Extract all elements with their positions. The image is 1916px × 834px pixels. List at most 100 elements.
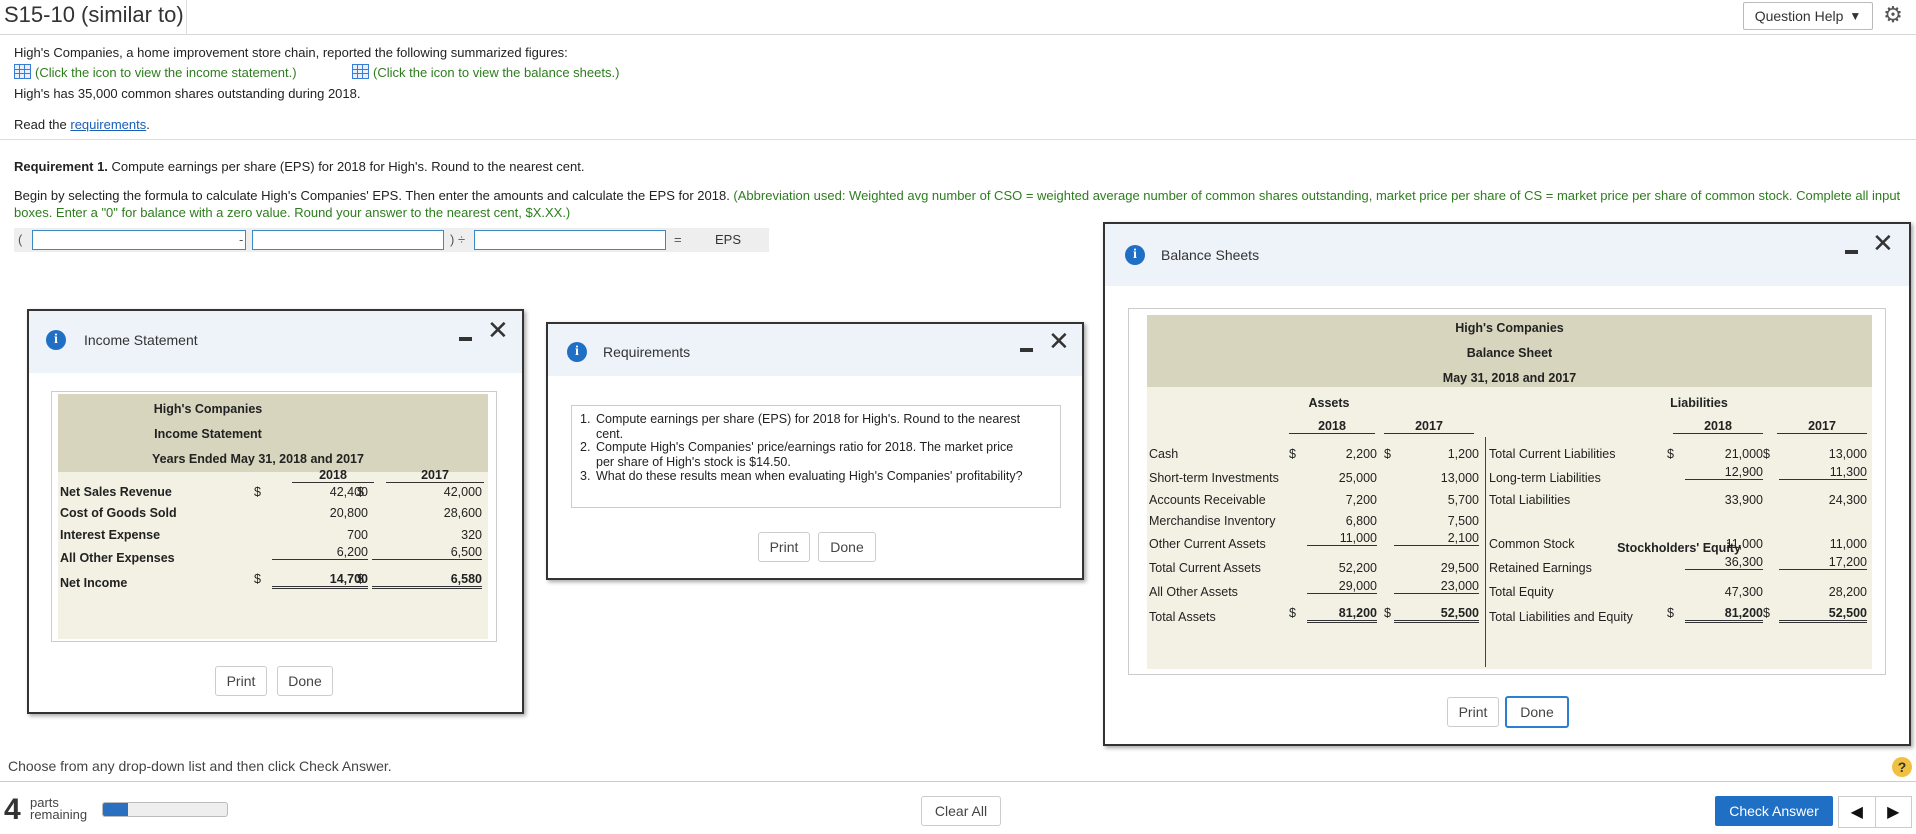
minimize-icon[interactable] [1020, 348, 1033, 352]
value-2017: 24,300 [1828, 493, 1867, 507]
asset-label: Other Current Assets [1149, 537, 1266, 551]
value-2017: 2,100 [1394, 531, 1479, 546]
info-icon: i [46, 330, 66, 350]
asset-label: Short-term Investments [1149, 471, 1279, 485]
progress-bar [102, 802, 228, 817]
currency-symbol: $ [1763, 447, 1770, 461]
currency-symbol: $ [1667, 447, 1674, 461]
income-statement-table: High's Companies Income Statement Years … [51, 391, 497, 642]
liability-label: Total Liabilities [1489, 493, 1571, 507]
close-icon[interactable]: ✕ [487, 317, 509, 343]
done-button[interactable]: Done [818, 532, 876, 562]
formula-input-1[interactable] [32, 230, 246, 250]
top-bar: S15-10 (similar to) Question Help ▼ ⚙ [0, 0, 1916, 35]
value-2018: 7,200 [1345, 493, 1377, 507]
dialog-title: Balance Sheets [1161, 247, 1260, 263]
income-statement-link[interactable]: (Click the icon to view the income state… [14, 64, 297, 80]
assets-header: Assets [1308, 396, 1350, 410]
requirements-link[interactable]: requirements [70, 117, 146, 132]
print-button[interactable]: Print [758, 532, 810, 562]
row-label: Net Sales Revenue [60, 485, 172, 499]
requirement-item: 1. Compute earnings per share (EPS) for … [580, 412, 1021, 441]
parts-remaining-count: 4 [4, 793, 21, 826]
currency-symbol: $ [1384, 447, 1391, 461]
income-statement-dialog: i Income Statement ✕ High's Companies In… [27, 309, 524, 714]
clear-all-button[interactable]: Clear All [921, 796, 1001, 826]
check-answer-button[interactable]: Check Answer [1715, 796, 1833, 826]
dialog-title: Income Statement [84, 332, 198, 348]
row-label: Cost of Goods Sold [60, 506, 177, 520]
minimize-icon[interactable] [1845, 250, 1858, 254]
value-2018: 2,200 [1345, 447, 1377, 461]
title-divider [186, 0, 187, 34]
requirement-heading: Requirement 1. Compute earnings per shar… [14, 159, 585, 174]
balance-sheet-link[interactable]: (Click the icon to view the balance shee… [352, 64, 619, 80]
value-2017: 52,500 [1394, 606, 1479, 623]
print-button[interactable]: Print [1447, 697, 1499, 727]
value-2018: 6,800 [1345, 514, 1377, 528]
value-2017: 1,200 [1447, 447, 1479, 461]
section-divider [0, 139, 1916, 140]
caret-down-icon: ▼ [1849, 9, 1862, 23]
currency-symbol: $ [1667, 606, 1674, 620]
table-icon [14, 64, 31, 79]
close-icon[interactable]: ✕ [1048, 328, 1070, 354]
read-requirements-line: Read the requirements. [14, 117, 150, 132]
value-2017: 29,500 [1440, 561, 1479, 575]
currency-symbol: $ [1763, 606, 1770, 620]
year-header: 2017 [1777, 419, 1867, 434]
close-icon[interactable]: ✕ [1872, 230, 1894, 256]
done-button[interactable]: Done [277, 666, 333, 696]
previous-icon[interactable]: ◀ [1839, 797, 1875, 827]
row-label: All Other Expenses [60, 551, 175, 565]
value-2017: 28,600 [443, 506, 482, 520]
value-2018: 29,000 [1307, 579, 1377, 594]
statement-period: Years Ended May 31, 2018 and 2017 [152, 452, 364, 466]
value-2018: 52,200 [1338, 561, 1377, 575]
instruction-footer: Choose from any drop-down list and then … [8, 758, 392, 774]
asset-label: Merchandise Inventory [1149, 514, 1276, 528]
shares-outstanding-text: High's has 35,000 common shares outstand… [14, 86, 361, 101]
question-help-button[interactable]: Question Help ▼ [1743, 2, 1873, 30]
question-help-label: Question Help [1754, 8, 1844, 24]
value-2017: 6,580 [372, 572, 482, 589]
help-icon[interactable]: ? [1892, 757, 1912, 777]
value-2017: 13,000 [1440, 471, 1479, 485]
value-2017: 7,500 [1447, 514, 1479, 528]
gear-icon[interactable]: ⚙ [1880, 2, 1906, 28]
next-icon[interactable]: ▶ [1874, 797, 1912, 827]
balance-sheet-table: High's Companies Balance Sheet May 31, 2… [1128, 308, 1886, 675]
equity-label: Total Equity [1489, 585, 1554, 599]
equity-label: Retained Earnings [1489, 561, 1592, 575]
minimize-icon[interactable] [459, 337, 472, 341]
table-icon [352, 64, 369, 79]
requirement-item: 2. Compute High's Companies' price/earni… [580, 440, 1014, 469]
value-2017: 52,500 [1779, 606, 1867, 623]
value-2017: 13,000 [1828, 447, 1867, 461]
year-header: 2018 [292, 468, 374, 483]
value-2017: 11,300 [1779, 465, 1867, 480]
value-2017: 5,700 [1447, 493, 1479, 507]
liability-label: Long-term Liabilities [1489, 471, 1601, 485]
open-paren: ( [18, 232, 23, 247]
value-2018: 700 [347, 528, 368, 542]
value-2018: 33,900 [1724, 493, 1763, 507]
company-name: High's Companies [153, 402, 263, 416]
company-name: High's Companies [1455, 321, 1564, 335]
print-button[interactable]: Print [215, 666, 267, 696]
asset-label: Accounts Receivable [1149, 493, 1266, 507]
value-2018: 81,200 [1685, 606, 1763, 623]
value-2017: 23,000 [1394, 579, 1479, 594]
requirement-instructions-cont: boxes. Enter a "0" for balance with a ze… [14, 205, 571, 220]
value-2017: 28,200 [1828, 585, 1867, 599]
info-icon: i [1125, 245, 1145, 265]
value-2017: 11,000 [1829, 537, 1867, 551]
year-header: 2018 [1289, 419, 1375, 434]
formula-input-3[interactable] [474, 230, 666, 250]
formula-input-2[interactable] [252, 230, 444, 250]
minus-sign: - [239, 232, 244, 247]
value-2018: 25,000 [1338, 471, 1377, 485]
statement-name: Income Statement [154, 427, 262, 441]
value-2018: 36,300 [1685, 555, 1763, 570]
done-button[interactable]: Done [1505, 696, 1569, 728]
